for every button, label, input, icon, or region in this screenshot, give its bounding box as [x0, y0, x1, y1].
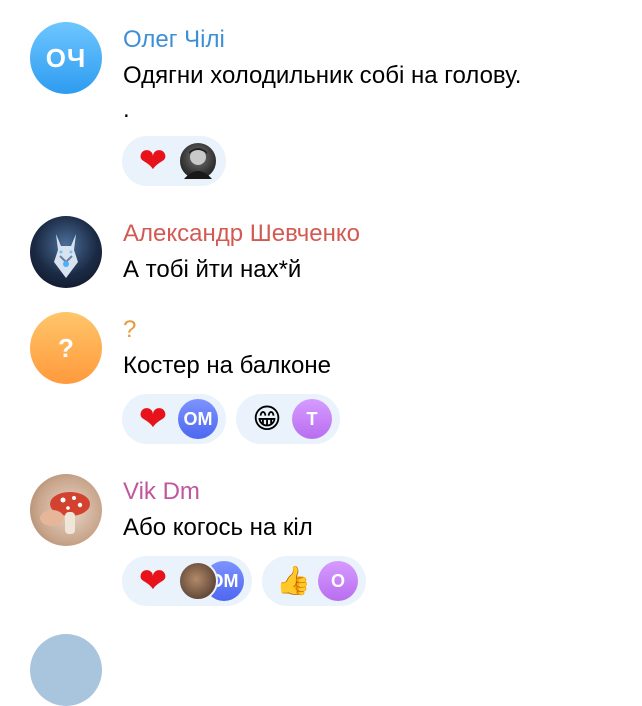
message-text-line-2: .: [123, 96, 130, 123]
mushroom-icon: [40, 492, 90, 534]
reaction-grin[interactable]: 😁 Т: [236, 394, 340, 444]
reaction-heart[interactable]: ❤ ОМ: [122, 394, 226, 444]
reaction-thumbs-up[interactable]: 👍 О: [262, 556, 366, 606]
reactions: ❤ ОМ 👍 О: [122, 556, 366, 606]
person-photo-icon: [184, 148, 212, 179]
reactor-avatars: ОМ: [178, 561, 244, 601]
reactions: ❤ ОМ 😁 Т: [122, 394, 340, 444]
avatar[interactable]: ОЧ: [30, 22, 102, 94]
sender-name[interactable]: Vik Dm: [123, 478, 200, 506]
wolf-icon: [54, 234, 78, 278]
reaction-heart[interactable]: ❤ ОМ: [122, 556, 252, 606]
reactions: ❤: [122, 136, 226, 186]
sender-name[interactable]: Олег Чілі: [123, 26, 225, 54]
thumbs-up-icon: 👍: [276, 565, 311, 596]
avatar-next[interactable]: [30, 634, 102, 706]
avatar[interactable]: ?: [30, 312, 102, 384]
reactor-avatar: Т: [292, 399, 332, 439]
sender-name[interactable]: Александр Шевченко: [123, 220, 360, 248]
sender-name[interactable]: ?: [123, 316, 136, 344]
reactor-avatar: [178, 561, 218, 601]
message-text: Або когось на кіл: [123, 514, 313, 541]
message-text: Одягни холодильник собі на голову.: [123, 62, 522, 89]
heart-icon: ❤: [138, 142, 168, 180]
heart-icon: ❤: [138, 562, 168, 600]
message-text: А тобі йти нах*й: [123, 256, 302, 283]
heart-icon: ❤: [138, 400, 168, 438]
grinning-face-icon: 😁: [252, 403, 282, 434]
message-text: Костер на балконе: [123, 352, 331, 379]
reaction-heart[interactable]: ❤: [122, 136, 226, 186]
reactor-avatar: [178, 141, 218, 181]
reactor-avatar: ОМ: [178, 399, 218, 439]
avatar[interactable]: [30, 474, 102, 546]
reactor-avatar: О: [318, 561, 358, 601]
avatar[interactable]: [30, 216, 102, 288]
